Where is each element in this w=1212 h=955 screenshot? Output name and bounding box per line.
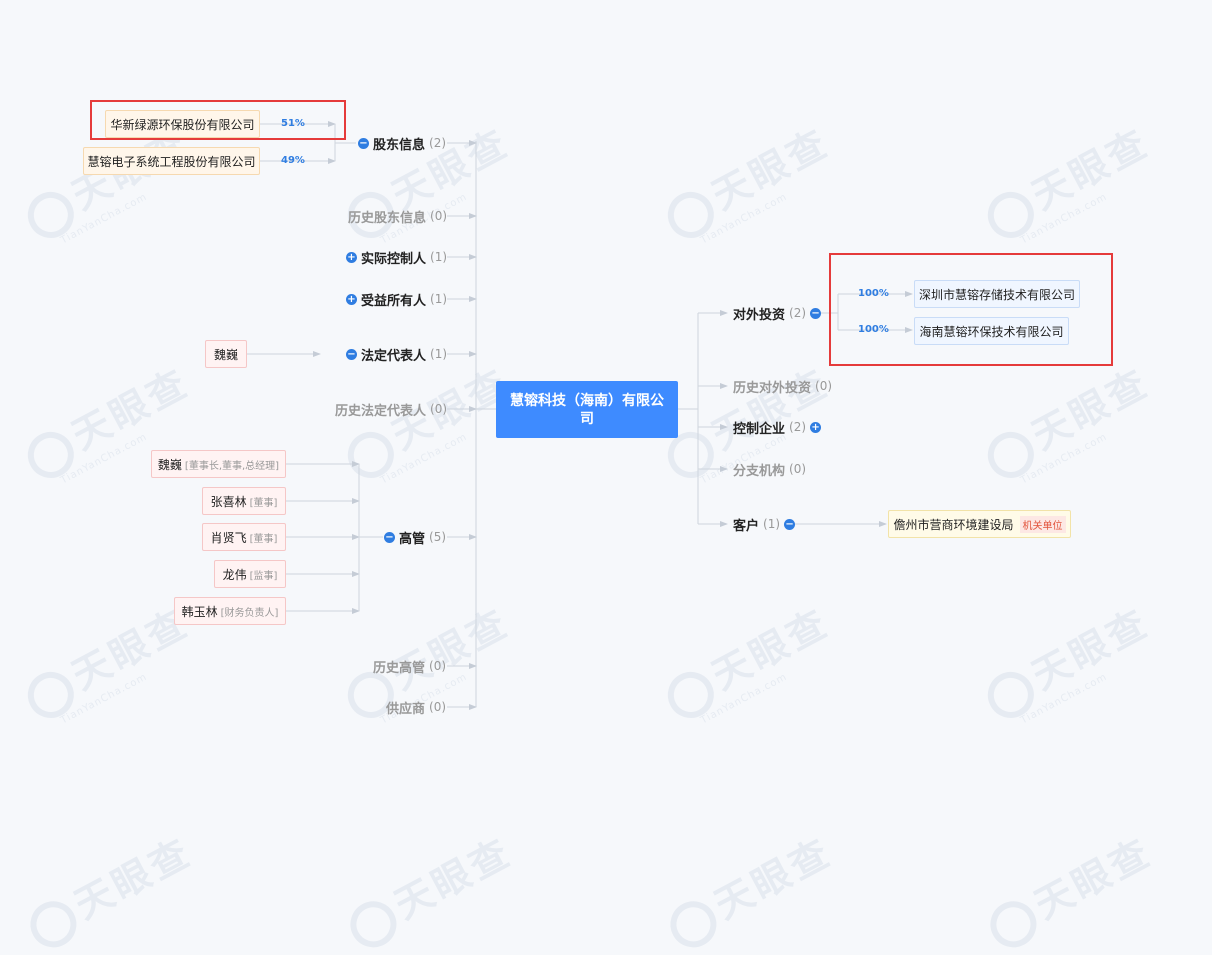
- category-count: (0): [789, 462, 807, 476]
- category-executives[interactable]: − 高管 (5): [384, 528, 447, 547]
- category-label: 控制企业: [733, 421, 786, 437]
- watermark: 天眼查: [657, 822, 841, 955]
- collapse-icon[interactable]: −: [784, 518, 796, 530]
- category-count: (0): [430, 402, 448, 416]
- category-count: (1): [430, 250, 448, 264]
- executive-node[interactable]: 肖贤飞 [董事]: [202, 523, 286, 551]
- watermark: 天眼查TianYanCha.com: [975, 592, 1164, 735]
- category-label: 受益所有人: [361, 293, 427, 309]
- category-label: 对外投资: [733, 307, 786, 323]
- expand-icon[interactable]: +: [346, 251, 357, 263]
- highlight-box-investments: [829, 253, 1113, 366]
- category-label: 分支机构: [733, 463, 786, 479]
- expand-icon[interactable]: +: [346, 293, 357, 305]
- collapse-icon[interactable]: −: [810, 307, 822, 319]
- watermark: 天眼查TianYanCha.com: [975, 352, 1164, 495]
- customer-node[interactable]: 儋州市营商环境建设局 机关单位: [888, 510, 1071, 538]
- executive-role: [财务负责人]: [220, 607, 279, 619]
- category-label: 高管: [399, 531, 426, 547]
- category-investments[interactable]: 对外投资 (2) −: [733, 304, 822, 323]
- category-beneficiary[interactable]: + 受益所有人 (1): [346, 290, 448, 309]
- category-count: (2): [789, 306, 807, 320]
- shareholder-node[interactable]: 慧镕电子系统工程股份有限公司: [83, 147, 260, 175]
- org-type-badge: 机关单位: [1019, 515, 1066, 533]
- category-label: 历史法定代表人: [335, 403, 427, 419]
- category-controlled-companies[interactable]: 控制企业 (2) +: [733, 418, 822, 437]
- category-count: (0): [429, 659, 447, 673]
- relationship-graph: 天眼查TianYanCha.com 天眼查TianYanCha.com 天眼查T…: [0, 0, 1212, 955]
- category-history-executives[interactable]: 历史高管 (0): [373, 657, 447, 676]
- executive-node[interactable]: 龙伟 [监事]: [214, 560, 286, 588]
- executive-name: 龙伟: [222, 567, 247, 582]
- expand-icon[interactable]: +: [810, 421, 822, 433]
- center-company-node[interactable]: 慧镕科技（海南）有限公司: [496, 381, 678, 438]
- category-label: 历史高管: [373, 660, 426, 676]
- category-label: 实际控制人: [361, 251, 427, 267]
- category-count: (0): [430, 209, 448, 223]
- watermark: 天眼查: [337, 822, 521, 955]
- category-label: 股东信息: [373, 137, 426, 153]
- collapse-icon[interactable]: −: [346, 348, 357, 360]
- category-count: (1): [763, 517, 781, 531]
- executive-node[interactable]: 韩玉林 [财务负责人]: [174, 597, 286, 625]
- executive-role: [董事长,董事,总经理]: [184, 460, 280, 472]
- category-customers[interactable]: 客户 (1) −: [733, 515, 796, 534]
- category-count: (0): [815, 379, 833, 393]
- category-legal-rep[interactable]: − 法定代表人 (1): [346, 345, 448, 364]
- collapse-icon[interactable]: −: [384, 531, 395, 543]
- watermark: 天眼查: [977, 822, 1161, 955]
- executive-name: 肖贤飞: [210, 530, 247, 545]
- executive-role: [监事]: [249, 570, 278, 582]
- executive-node[interactable]: 张喜林 [董事]: [202, 487, 286, 515]
- executive-role: [董事]: [249, 497, 278, 509]
- share-percentage: 49%: [281, 155, 305, 166]
- customer-name: 儋州市营商环境建设局: [893, 517, 1014, 532]
- watermark: 天眼查: [17, 822, 201, 955]
- category-label: 客户: [733, 518, 760, 534]
- collapse-icon[interactable]: −: [358, 137, 369, 149]
- category-count: (5): [429, 530, 447, 544]
- executive-name: 韩玉林: [181, 604, 218, 619]
- legal-rep-node[interactable]: 魏巍: [205, 340, 247, 368]
- executive-node[interactable]: 魏巍 [董事长,董事,总经理]: [151, 450, 286, 478]
- category-label: 历史对外投资: [733, 380, 812, 396]
- category-label: 历史股东信息: [348, 210, 427, 226]
- watermark: 天眼查TianYanCha.com: [655, 592, 844, 735]
- category-label: 法定代表人: [361, 348, 427, 364]
- category-history-investments[interactable]: 历史对外投资 (0): [733, 377, 833, 396]
- executive-name: 魏巍: [157, 457, 182, 472]
- executive-role: [董事]: [249, 533, 278, 545]
- category-count: (2): [789, 420, 807, 434]
- category-history-shareholders[interactable]: 历史股东信息 (0): [348, 207, 448, 226]
- category-count: (1): [430, 292, 448, 306]
- category-count: (0): [429, 700, 447, 714]
- category-count: (2): [429, 136, 447, 150]
- executive-name: 张喜林: [210, 494, 247, 509]
- category-actual-controller[interactable]: + 实际控制人 (1): [346, 248, 448, 267]
- highlight-box-shareholder: [90, 100, 346, 140]
- watermark: 天眼查TianYanCha.com: [975, 112, 1164, 255]
- category-history-legal-rep[interactable]: 历史法定代表人 (0): [335, 400, 448, 419]
- category-shareholders[interactable]: − 股东信息 (2): [358, 134, 447, 153]
- category-label: 供应商: [386, 701, 426, 717]
- watermark: 天眼查TianYanCha.com: [655, 112, 844, 255]
- category-suppliers[interactable]: 供应商 (0): [386, 698, 447, 717]
- category-branches[interactable]: 分支机构 (0): [733, 460, 807, 479]
- category-count: (1): [430, 347, 448, 361]
